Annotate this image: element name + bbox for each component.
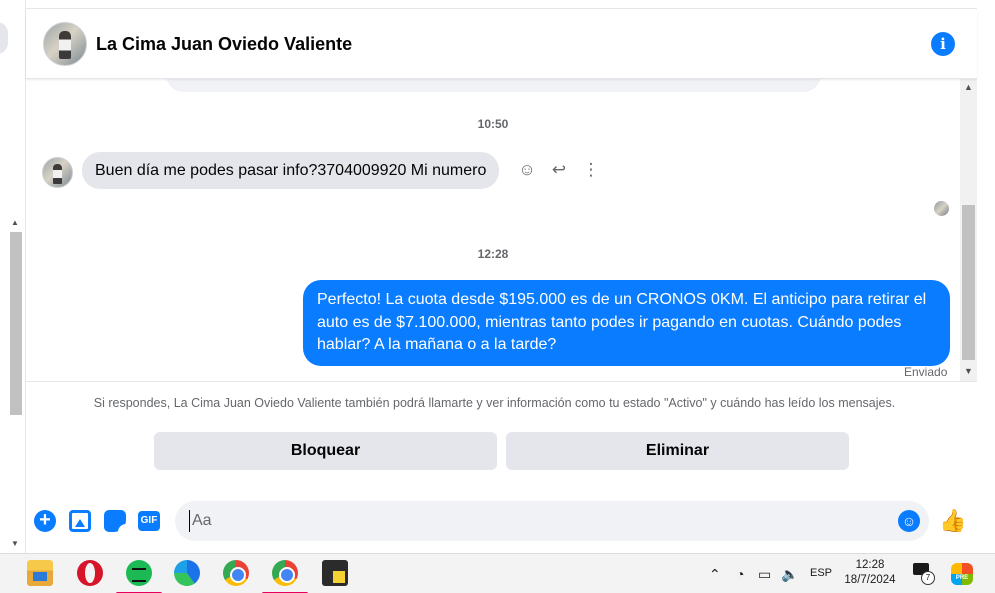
block-button[interactable]: Bloquear <box>154 432 497 470</box>
conversation-panel: La Cima Juan Oviedo Valiente i 10:50 Bue… <box>26 8 977 553</box>
notification-icon[interactable]: 7 <box>913 563 935 585</box>
more-options-icon[interactable]: ⋮ <box>580 159 602 181</box>
message-request-notice: Si respondes, La Cima Juan Oviedo Valien… <box>26 381 977 470</box>
plus-icon[interactable]: + <box>34 510 56 532</box>
copilot-icon[interactable]: PRE <box>951 563 973 585</box>
volume-icon[interactable]: 🔈 <box>781 566 798 583</box>
seen-avatar <box>934 201 949 216</box>
thumbs-up-icon[interactable]: 👍 <box>939 508 966 534</box>
emoji-icon[interactable]: ☺ <box>898 510 920 532</box>
windows-taskbar: ⌃ ◔ ▭ 🔈 ESP 12:28 18/7/2024 7 PRE <box>0 553 995 593</box>
contact-name[interactable]: La Cima Juan Oviedo Valiente <box>96 34 352 55</box>
message-input-wrapper: ☺ <box>175 501 929 541</box>
sender-avatar[interactable] <box>42 157 73 188</box>
wifi-icon[interactable]: ◔ <box>736 566 744 582</box>
info-icon[interactable]: i <box>931 32 955 56</box>
message-status: Enviado <box>904 365 948 379</box>
conversation-header: La Cima Juan Oviedo Valiente i <box>26 9 977 79</box>
opera-icon[interactable] <box>77 560 103 586</box>
sticky-notes-icon[interactable] <box>322 560 348 586</box>
chevron-up-icon[interactable]: ⌃ <box>709 566 721 583</box>
react-emoji-icon[interactable]: ☺ <box>516 159 538 181</box>
message-scrollbar[interactable]: ▲ ▼ <box>960 79 977 381</box>
message-composer: + GIF ☺ 👍 <box>26 499 977 543</box>
left-scroll-up-arrow-icon[interactable]: ▲ <box>11 218 19 227</box>
scroll-down-arrow-icon[interactable]: ▼ <box>964 366 973 376</box>
message-scrollbar-thumb[interactable] <box>962 205 975 360</box>
chrome-profile-icon[interactable] <box>262 560 308 593</box>
notification-count: 7 <box>921 571 935 585</box>
chrome-icon[interactable] <box>223 560 249 586</box>
scroll-up-arrow-icon[interactable]: ▲ <box>964 82 973 92</box>
incoming-message-bubble[interactable]: Buen día me podes pasar info?3704009920 … <box>82 152 500 189</box>
language-indicator[interactable]: ESP <box>810 567 832 579</box>
left-scroll-down-arrow-icon[interactable]: ▼ <box>11 539 19 548</box>
notice-text: Si respondes, La Cima Juan Oviedo Valien… <box>93 396 896 410</box>
message-timestamp: 10:50 <box>477 117 509 131</box>
message-list: 10:50 Buen día me podes pasar info?37040… <box>26 79 977 381</box>
edge-icon[interactable] <box>174 560 200 586</box>
clock-date: 18/7/2024 <box>844 574 896 586</box>
spotify-icon[interactable] <box>116 560 162 593</box>
clock-time: 12:28 <box>855 559 885 571</box>
gif-icon[interactable]: GIF <box>138 511 160 531</box>
message-actions: ☺ ↩ ⋮ <box>516 159 602 181</box>
previous-panel-item[interactable] <box>0 22 8 54</box>
previous-message-bubble <box>166 79 821 92</box>
file-explorer-icon[interactable] <box>27 560 53 586</box>
outgoing-message-bubble[interactable]: Perfecto! La cuota desde $195.000 es de … <box>303 280 950 366</box>
message-timestamp: 12:28 <box>477 247 509 261</box>
contact-avatar[interactable] <box>43 22 87 66</box>
delete-button[interactable]: Eliminar <box>506 432 849 470</box>
photo-icon[interactable] <box>69 510 91 532</box>
left-scrollbar-thumb[interactable] <box>10 232 22 415</box>
message-input[interactable] <box>189 510 889 532</box>
reply-icon[interactable]: ↩ <box>548 159 570 181</box>
sticker-icon[interactable] <box>104 510 126 532</box>
battery-icon[interactable]: ▭ <box>758 566 771 583</box>
system-clock[interactable]: 12:28 18/7/2024 <box>838 558 902 588</box>
